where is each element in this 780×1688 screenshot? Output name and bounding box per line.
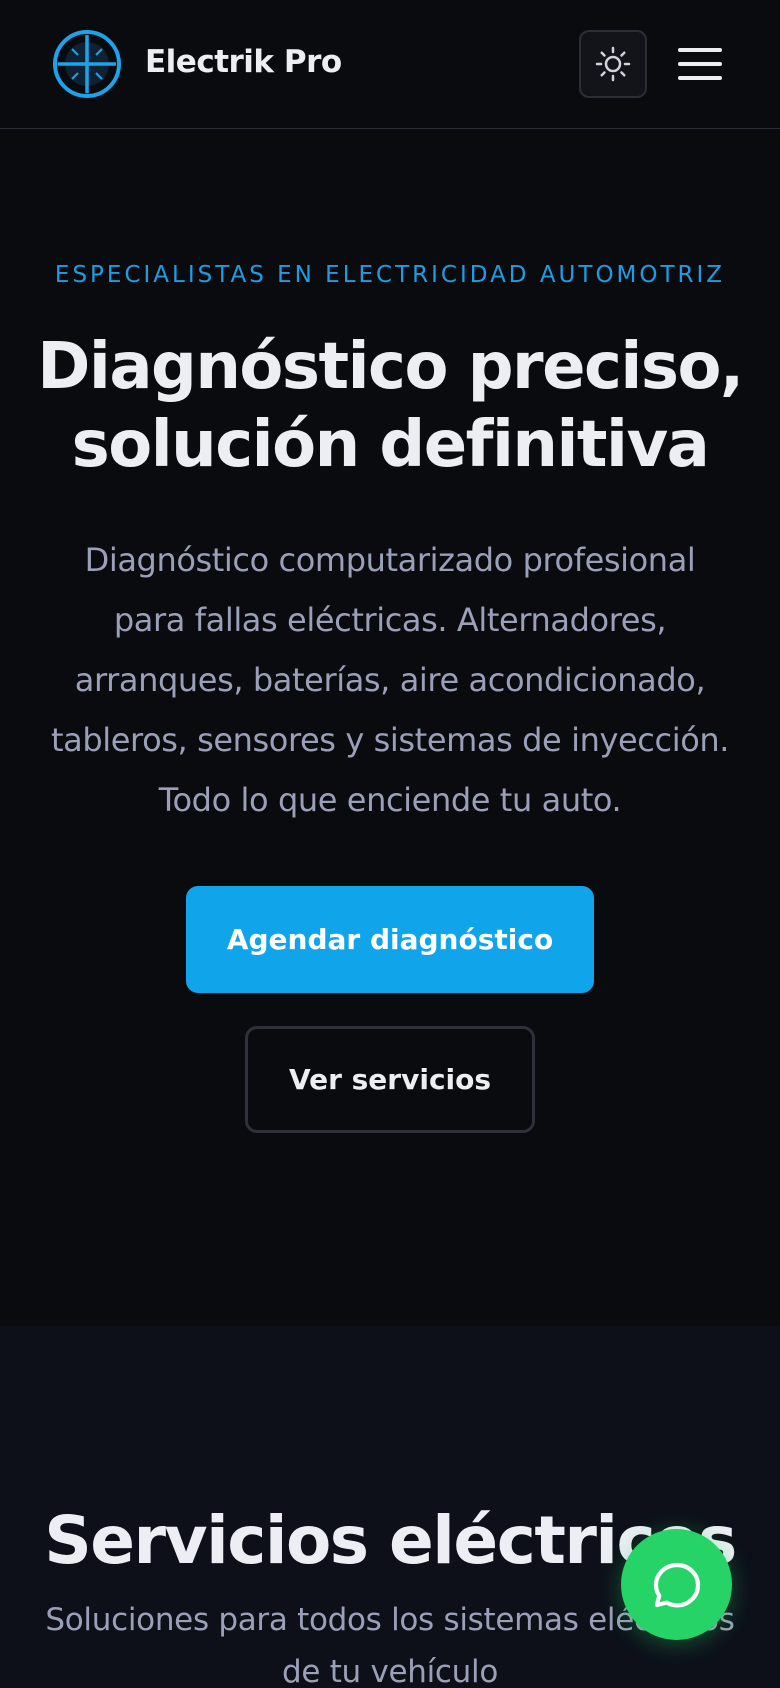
hero-description: Diagnóstico computarizado profesional pa… [50, 541, 730, 819]
hamburger-menu-icon[interactable] [676, 44, 724, 84]
menu-bar [678, 48, 722, 52]
schedule-diagnosis-button[interactable]: Agendar diagnóstico [186, 886, 594, 993]
site-header: Electrik Pro [0, 0, 780, 129]
hero-section: ESPECIALISTAS EN ELECTRICIDAD AUTOMOTRIZ… [0, 130, 780, 1326]
hero-title-line-2: solución definitiva [71, 408, 710, 482]
hero-title: Diagnóstico preciso, solución definitiva [0, 328, 780, 484]
view-services-button[interactable]: Ver servicios [245, 1026, 535, 1133]
hero-title-line-1: Diagnóstico preciso, [37, 330, 744, 404]
logo-icon[interactable] [52, 29, 122, 99]
menu-bar [678, 62, 722, 66]
whatsapp-button[interactable] [621, 1529, 732, 1640]
whatsapp-icon [653, 1562, 700, 1607]
menu-bar [678, 76, 722, 80]
brand-name[interactable]: Electrik Pro [145, 44, 342, 80]
theme-toggle-button[interactable] [579, 30, 647, 98]
sun-icon [595, 46, 631, 82]
hero-eyebrow: ESPECIALISTAS EN ELECTRICIDAD AUTOMOTRIZ [54, 262, 726, 288]
